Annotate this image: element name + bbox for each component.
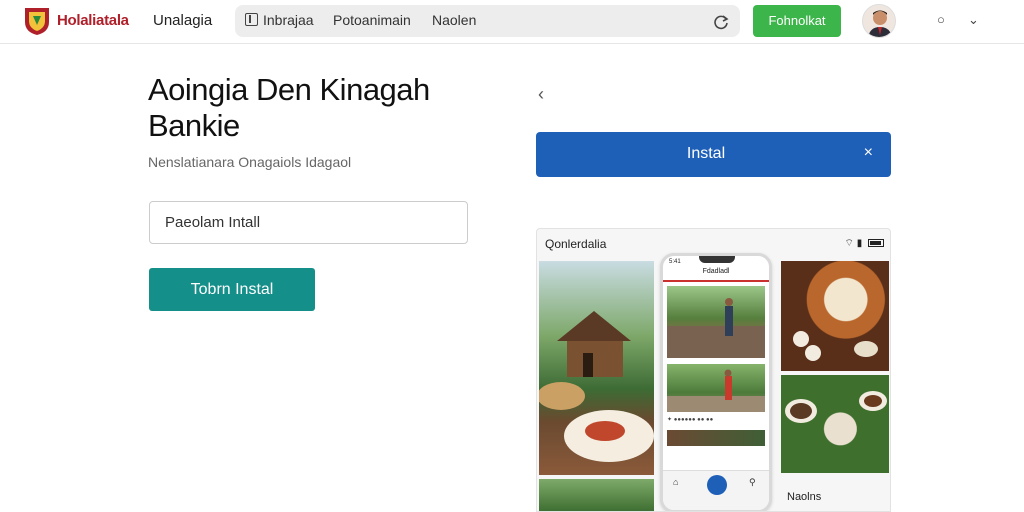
phone-mockup: 5:41 Fdadladl ✦ ●●●●●● ●● ●● ⌂ ⚲ [660,253,772,511]
text-input[interactable]: Paeolam Intall [149,201,468,244]
village-photo [539,261,654,475]
avatar[interactable] [862,4,896,38]
preview-title: Qonlerdalia [545,237,607,251]
app-preview: Qonlerdalia ⌔ ▮ 5:41 Fdadladl ✦ ●●●●●● ●… [536,228,891,512]
close-icon[interactable]: × [864,144,873,162]
reload-icon[interactable] [712,13,730,31]
install-banner[interactable]: Instal × [536,132,891,177]
phone-header: Fdadladl [663,268,769,282]
nav-link[interactable]: Unalagia [153,12,212,29]
phone-row: ✦ ●●●●●● ●● ●● [667,417,714,423]
food-photo-1 [781,261,889,371]
home-icon: ⌂ [673,477,679,487]
install-banner-label: Instal [686,145,726,162]
phone-photo-2 [667,364,765,412]
phone-photo-3 [667,430,765,446]
shield-logo-icon[interactable] [24,6,50,36]
fab-button [707,475,727,495]
top-bar: Holaliatala Unalagia Inbrajaa Potoanimai… [0,0,1024,44]
phone-status: 5:41 [669,259,681,265]
page-title: Aoingia Den Kinagah Bankie [148,72,430,143]
food-photo-2 [781,375,889,473]
page-subtitle: Nenslatianara Onagaiols Idagaol [148,154,352,170]
search-icon: ⚲ [749,477,756,487]
address-bar[interactable]: Inbrajaa Potoanimain Naolen [235,5,740,37]
phone-photo-1 [667,286,765,358]
address-item-3[interactable]: Naolen [432,12,476,28]
preview-caption: Naolns [787,491,822,503]
phone-notch [699,256,735,263]
phone-nav-bar: ⌂ ⚲ [663,470,769,510]
battery-icon [868,239,884,248]
circle-icon[interactable]: ○ [937,12,945,27]
address-item-1[interactable]: Inbrajaa [263,12,314,28]
tab-icon [245,13,258,26]
chevron-down-icon[interactable]: ⌄ [968,12,979,28]
address-item-2[interactable]: Potoanimain [333,12,411,28]
install-button-top[interactable]: Fohnolkat [753,5,841,37]
village-photo-2 [539,479,654,511]
brand-name[interactable]: Holaliatala [57,12,129,29]
chevron-left-icon[interactable]: ‹ [538,84,544,105]
install-button-primary[interactable]: Tobrn Instal [149,268,315,311]
status-icons: ⌔ ▮ [845,237,884,250]
